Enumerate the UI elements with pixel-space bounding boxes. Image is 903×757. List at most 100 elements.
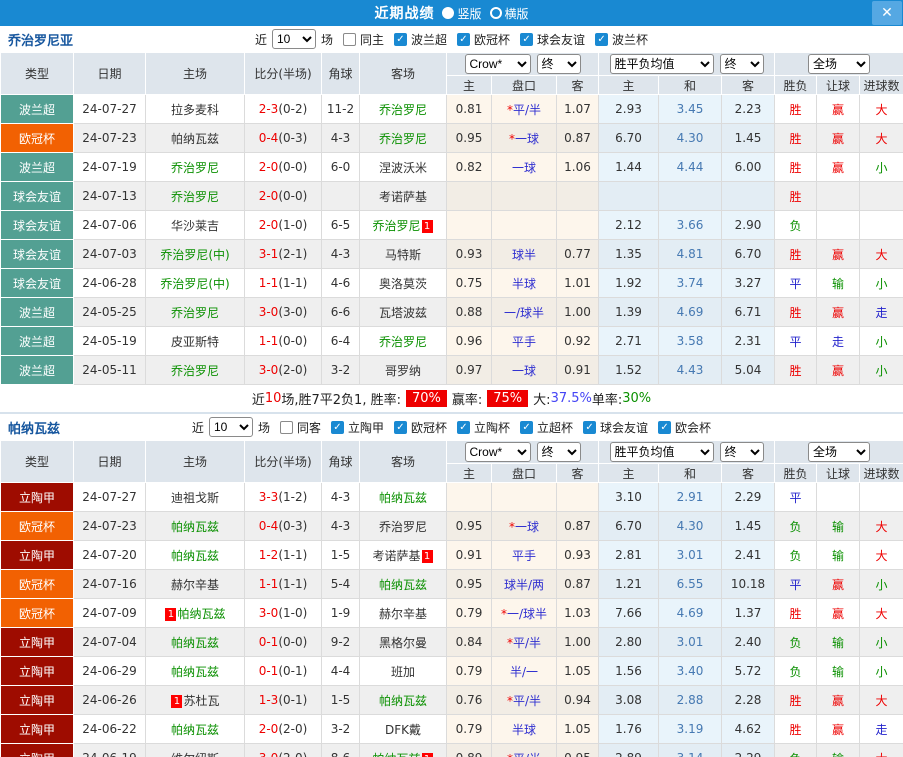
match-score: 0-1(0-0): [244, 627, 322, 657]
away-team: 帕纳瓦兹: [359, 569, 447, 599]
result-wdl: 负: [774, 627, 818, 657]
red-card-badge: 1: [165, 607, 177, 621]
result-wdl: 平: [774, 569, 818, 599]
result-wdl: 胜: [774, 152, 818, 182]
col-header: 角球: [321, 52, 360, 95]
avg-odds-home: 2.89: [598, 743, 659, 757]
final-avg-select[interactable]: 终: [719, 442, 764, 462]
match-row: 波兰超 24-05-11 乔治罗尼 3-0(2-0) 3-2 哥罗纳 0.97 一球 0.91 1…: [0, 355, 903, 385]
result-handicap: 赢: [816, 569, 861, 599]
league-badge: 球会友谊: [0, 210, 74, 240]
team-name-text: 帕纳瓦兹: [177, 606, 226, 621]
home-team: 帕纳瓦兹: [145, 714, 245, 744]
header-row-selects: 类型 日期 主场 比分(半场) 角球 客场 Crow* 终胜平负均值终全场: [0, 52, 903, 95]
handicap-text: 半球: [511, 276, 536, 291]
match-date: 24-05-11: [73, 355, 146, 385]
avg-odds-away: 2.29: [720, 482, 776, 512]
filter-controls: 近 10 场同客 ✓ 立陶甲 ✓ 欧冠杯 ✓ 立陶杯 ✓ 立超杯 ✓ 球会友谊 ✓ 欧会杯: [190, 417, 713, 437]
checked-checkbox-icon[interactable]: ✓: [520, 32, 534, 46]
result-wdl: 胜: [774, 355, 818, 385]
avg-odds-draw: [658, 181, 722, 211]
checked-checkbox-icon[interactable]: ✓: [583, 420, 597, 434]
red-card-badge: 1: [421, 219, 433, 233]
checked-checkbox-icon[interactable]: ✓: [658, 420, 672, 434]
team-name-text: 乔治罗尼(中): [160, 247, 230, 262]
games-count-select[interactable]: 10: [271, 29, 316, 49]
crow-odds-away: 0.91: [556, 355, 599, 385]
layout-radio-vertical[interactable]: 竖版: [442, 5, 482, 22]
result-goals: 小: [859, 268, 903, 298]
avg-odds-away: 2.90: [720, 210, 776, 240]
match-row: 波兰超 24-07-19 乔治罗尼 2-0(0-0) 6-0 涅波沃米 0.82 一球 1.06…: [0, 152, 903, 182]
checked-checkbox-icon[interactable]: ✓: [330, 420, 344, 434]
match-date: 24-07-27: [73, 94, 146, 124]
col-header: 主场: [145, 440, 245, 483]
match-date: 24-06-26: [73, 685, 146, 715]
checked-checkbox-icon[interactable]: ✓: [520, 420, 534, 434]
col-header: 主场: [145, 52, 245, 95]
avg-odds-home: 2.81: [598, 540, 659, 570]
avg-odds-select[interactable]: 胜平负均值: [609, 442, 714, 462]
avg-odds-select[interactable]: 胜平负均值: [609, 54, 714, 74]
sub-col-header: 盘口: [491, 463, 557, 483]
corner-score: [321, 181, 360, 211]
result-handicap: 赢: [816, 239, 861, 269]
result-wdl: 负: [774, 743, 818, 757]
checked-checkbox-icon[interactable]: ✓: [457, 420, 470, 434]
crow-odds-select[interactable]: Crow*: [464, 442, 531, 462]
unchecked-checkbox-icon[interactable]: [342, 32, 356, 46]
avg-odds-away: 2.29: [720, 743, 776, 757]
match-date: 24-07-23: [73, 511, 146, 541]
final-avg-select[interactable]: 终: [719, 54, 764, 74]
avg-odds-away: 2.40: [720, 627, 776, 657]
col-header: 日期: [73, 52, 146, 95]
checked-checkbox-icon[interactable]: ✓: [457, 32, 470, 46]
crow-odds-away: 1.05: [556, 656, 599, 686]
crow-odds-select[interactable]: Crow*: [464, 54, 531, 74]
col-header: 比分(半场): [244, 440, 322, 483]
team-name-text: 华沙莱吉: [170, 218, 219, 233]
match-date: 24-06-19: [73, 743, 146, 757]
layout-radio-horizontal[interactable]: 横版: [489, 5, 529, 22]
crow-odds-away: 1.07: [556, 94, 599, 124]
fulltime-score: 2-3: [258, 102, 279, 116]
league-badge: 球会友谊: [0, 181, 74, 211]
handicap-line: 半球: [491, 268, 557, 298]
final-odds-select[interactable]: 终: [536, 442, 581, 462]
checked-checkbox-icon[interactable]: ✓: [393, 420, 407, 434]
result-handicap: 赢: [816, 152, 861, 182]
final-odds-select[interactable]: 终: [536, 54, 581, 74]
match-row: 球会友谊 24-07-13 乔治罗尼 2-0(0-0) 考诺萨基 胜: [0, 181, 903, 211]
close-button[interactable]: ✕: [872, 1, 902, 25]
match-row: 欧冠杯 24-07-23 帕纳瓦兹 0-4(0-3) 4-3 乔治罗尼 0.95 *一球 0.8…: [0, 511, 903, 541]
unchecked-checkbox-icon[interactable]: [279, 420, 293, 434]
halftime-score: (0-0): [278, 635, 308, 649]
full-match-select[interactable]: 全场: [808, 54, 871, 74]
corner-score: 4-3: [321, 482, 360, 512]
away-team: 马特斯: [359, 239, 447, 269]
result-goals: [859, 181, 903, 211]
summary-text: 赢率:: [451, 393, 483, 408]
checked-checkbox-icon[interactable]: ✓: [595, 32, 609, 46]
result-goals: 大: [859, 598, 903, 628]
crow-odds-home: 0.84: [446, 627, 492, 657]
recent-results-panel: 近期战绩 竖版 横版 ✕ 乔治罗尼亚 近 10 场同主 ✓ 波兰超 ✓ 欧冠杯 ✓ 球会友谊 ✓ 波…: [0, 0, 903, 757]
team-name-text: 帕纳瓦兹: [378, 490, 427, 505]
summary-row: 近 10 场,胜7平2负1, 胜率: 70% 赢率: 75% 大: 37.5% 单率: 30%: [0, 385, 903, 412]
summary-text: 大:: [533, 393, 551, 408]
avg-odds-away: 2.23: [720, 94, 776, 124]
sub-col-header: 进球数: [859, 463, 903, 483]
crow-odds-home: 0.91: [446, 540, 492, 570]
handicap-text: 平手: [511, 334, 536, 349]
games-count-select[interactable]: 10: [208, 417, 253, 437]
crow-odds-home: 0.95: [446, 511, 492, 541]
red-card-badge: 1: [421, 752, 433, 757]
avg-odds-away: 2.28: [720, 685, 776, 715]
league-badge: 立陶甲: [0, 656, 74, 686]
full-match-select[interactable]: 全场: [808, 442, 871, 462]
avg-odds-home: 1.52: [598, 355, 659, 385]
checked-checkbox-icon[interactable]: ✓: [393, 32, 407, 46]
sub-col-header: 客: [556, 463, 599, 483]
avg-select-group: 胜平负均值终: [597, 440, 776, 464]
match-row: 立陶甲24-06-19维尔纽斯3-0(2-0)8-6帕纳瓦兹10.89*平/半0…: [0, 743, 903, 757]
